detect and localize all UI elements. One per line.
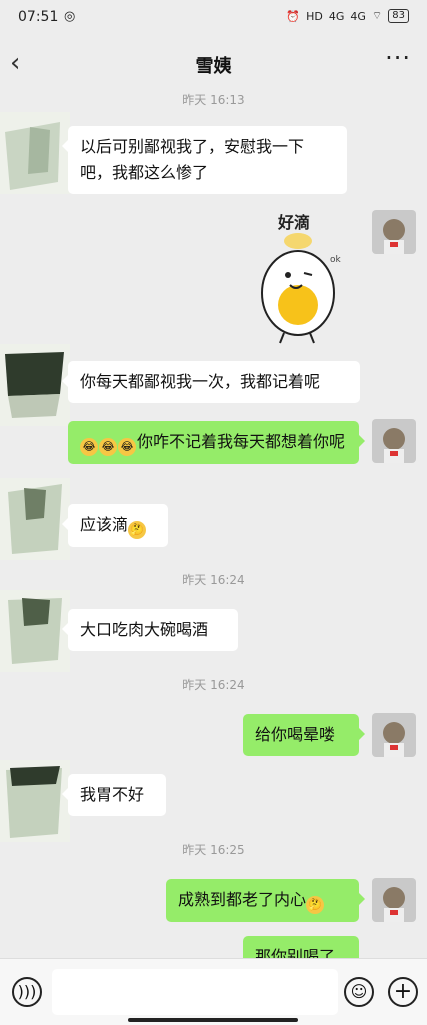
home-indicator bbox=[128, 1018, 298, 1022]
battery-level: 83 bbox=[388, 9, 409, 23]
laugh-cry-emoji-icon: 😂 bbox=[118, 438, 136, 456]
avatar[interactable] bbox=[372, 419, 416, 463]
message-bubble-incoming[interactable]: 大口吃肉大碗喝酒 bbox=[62, 609, 238, 651]
status-indicators: ⏰ HD 4G 4G ⌔ 83 bbox=[286, 9, 409, 23]
plus-icon[interactable]: + bbox=[388, 977, 418, 1007]
hd-badge: HD bbox=[306, 9, 323, 23]
egg-sticker-image bbox=[261, 233, 335, 344]
avatar[interactable] bbox=[0, 590, 70, 672]
timestamp: 昨天 16:24 bbox=[182, 573, 245, 587]
message-bubble-incoming[interactable]: 你每天都鄙视我一次，我都记着呢 bbox=[62, 361, 360, 403]
chat-header: ‹ 雪姨 ··· bbox=[0, 40, 427, 88]
message-bubble-outgoing[interactable]: 😂 😂 😂 你咋不记着我每天都想着你呢 bbox=[68, 421, 365, 464]
timestamp: 昨天 16:25 bbox=[182, 843, 245, 857]
avatar[interactable] bbox=[0, 478, 70, 560]
avatar[interactable] bbox=[0, 112, 70, 194]
emoji-face-icon[interactable]: ☺ bbox=[344, 977, 374, 1007]
status-bar: 07:51 ◎ ⏰ HD 4G 4G ⌔ 83 bbox=[0, 0, 427, 34]
message-bubble-outgoing[interactable]: 给你喝晕喽 bbox=[243, 714, 365, 756]
message-input[interactable] bbox=[52, 969, 338, 1015]
network-4g-1: 4G bbox=[328, 9, 345, 23]
input-bar: ))) ☺ + bbox=[0, 958, 427, 1025]
avatar[interactable] bbox=[0, 760, 70, 842]
network-4g-2: 4G bbox=[350, 9, 366, 23]
message-text: 应该滴 bbox=[80, 515, 129, 534]
sticker-ok-text: ok bbox=[330, 255, 341, 265]
voice-icon[interactable]: ))) bbox=[12, 977, 42, 1007]
thinking-emoji-icon: 🤔 bbox=[128, 521, 147, 539]
chat-title: 雪姨 bbox=[195, 56, 232, 77]
message-bubble-incoming[interactable]: 我胃不好 bbox=[62, 774, 166, 816]
avatar[interactable] bbox=[372, 713, 416, 757]
message-text: 成熟到都老了内心 bbox=[178, 890, 307, 909]
more-dots-icon[interactable]: ··· bbox=[385, 44, 411, 72]
signal-circle-icon: ◎ bbox=[64, 9, 76, 24]
message-text: 你咋不记着我每天都想着你呢 bbox=[137, 432, 346, 451]
laugh-cry-emoji-icon: 😂 bbox=[80, 438, 98, 456]
avatar[interactable] bbox=[0, 344, 70, 426]
thinking-emoji-icon: 🤔 bbox=[306, 896, 325, 914]
wifi-icon: ⌔ bbox=[371, 9, 383, 22]
alarm-icon: ⏰ bbox=[286, 9, 301, 23]
status-time: 07:51 bbox=[18, 9, 59, 25]
avatar[interactable] bbox=[372, 878, 416, 922]
avatar[interactable] bbox=[372, 210, 416, 254]
laugh-cry-emoji-icon: 😂 bbox=[99, 438, 117, 456]
timestamp: 昨天 16:13 bbox=[182, 93, 245, 107]
sticker-egg[interactable]: 好滴 ok bbox=[250, 205, 360, 345]
message-bubble-incoming[interactable]: 应该滴 🤔 bbox=[62, 504, 168, 547]
message-bubble-incoming[interactable]: 以后可别鄙视我了，安慰我一下吧，我都这么惨了 bbox=[62, 126, 347, 194]
message-bubble-outgoing[interactable]: 成熟到都老了内心 🤔 bbox=[166, 879, 365, 922]
timestamp: 昨天 16:24 bbox=[182, 678, 245, 692]
